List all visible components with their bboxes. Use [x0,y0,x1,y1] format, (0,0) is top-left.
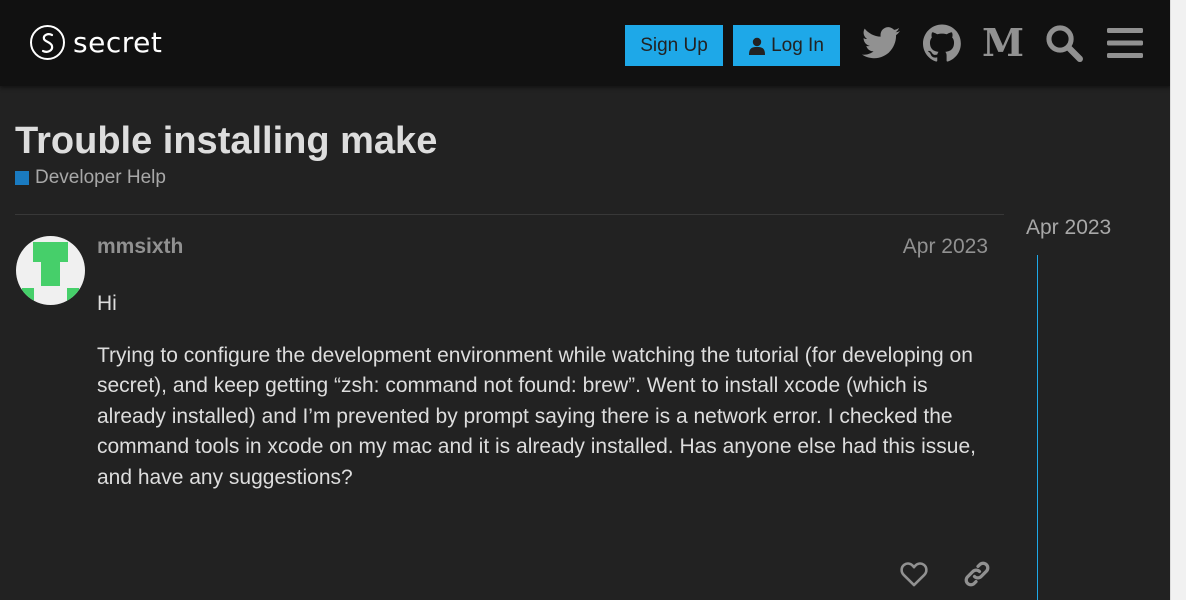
github-icon[interactable] [922,23,962,63]
timeline-date[interactable]: Apr 2023 [1026,216,1111,240]
search-icon[interactable] [1044,23,1084,63]
user-icon [749,37,766,55]
log-in-button[interactable]: Log In [733,25,840,66]
logo-text: secret [73,26,163,59]
site-header: secret Sign Up Log In M [0,0,1171,86]
post-username[interactable]: mmsixth [97,235,183,259]
page-scrollbar[interactable] [1170,0,1186,600]
sign-up-button[interactable]: Sign Up [625,25,723,66]
secret-logo-icon [30,25,65,60]
site-logo[interactable]: secret [30,25,162,60]
post-paragraph: Trying to configure the development envi… [97,343,976,489]
log-in-label: Log In [771,34,824,56]
medium-icon[interactable]: M [982,23,1024,63]
timeline-scroll-bar[interactable] [1037,255,1038,600]
twitter-icon[interactable] [861,23,901,63]
category-label: Developer Help [35,167,166,188]
hamburger-menu-icon[interactable] [1105,23,1145,63]
category-color-swatch [15,171,29,185]
topic-divider [15,214,1004,215]
post-paragraph: Hi [97,292,117,315]
avatar[interactable] [16,236,85,305]
share-link-icon[interactable] [961,558,993,590]
topic-title[interactable]: Trouble installing make [15,120,437,163]
like-heart-icon[interactable] [898,558,930,590]
post-body: Hi Trying to configure the development e… [97,289,997,514]
category-badge[interactable]: Developer Help [15,167,166,189]
post-date[interactable]: Apr 2023 [903,235,988,259]
